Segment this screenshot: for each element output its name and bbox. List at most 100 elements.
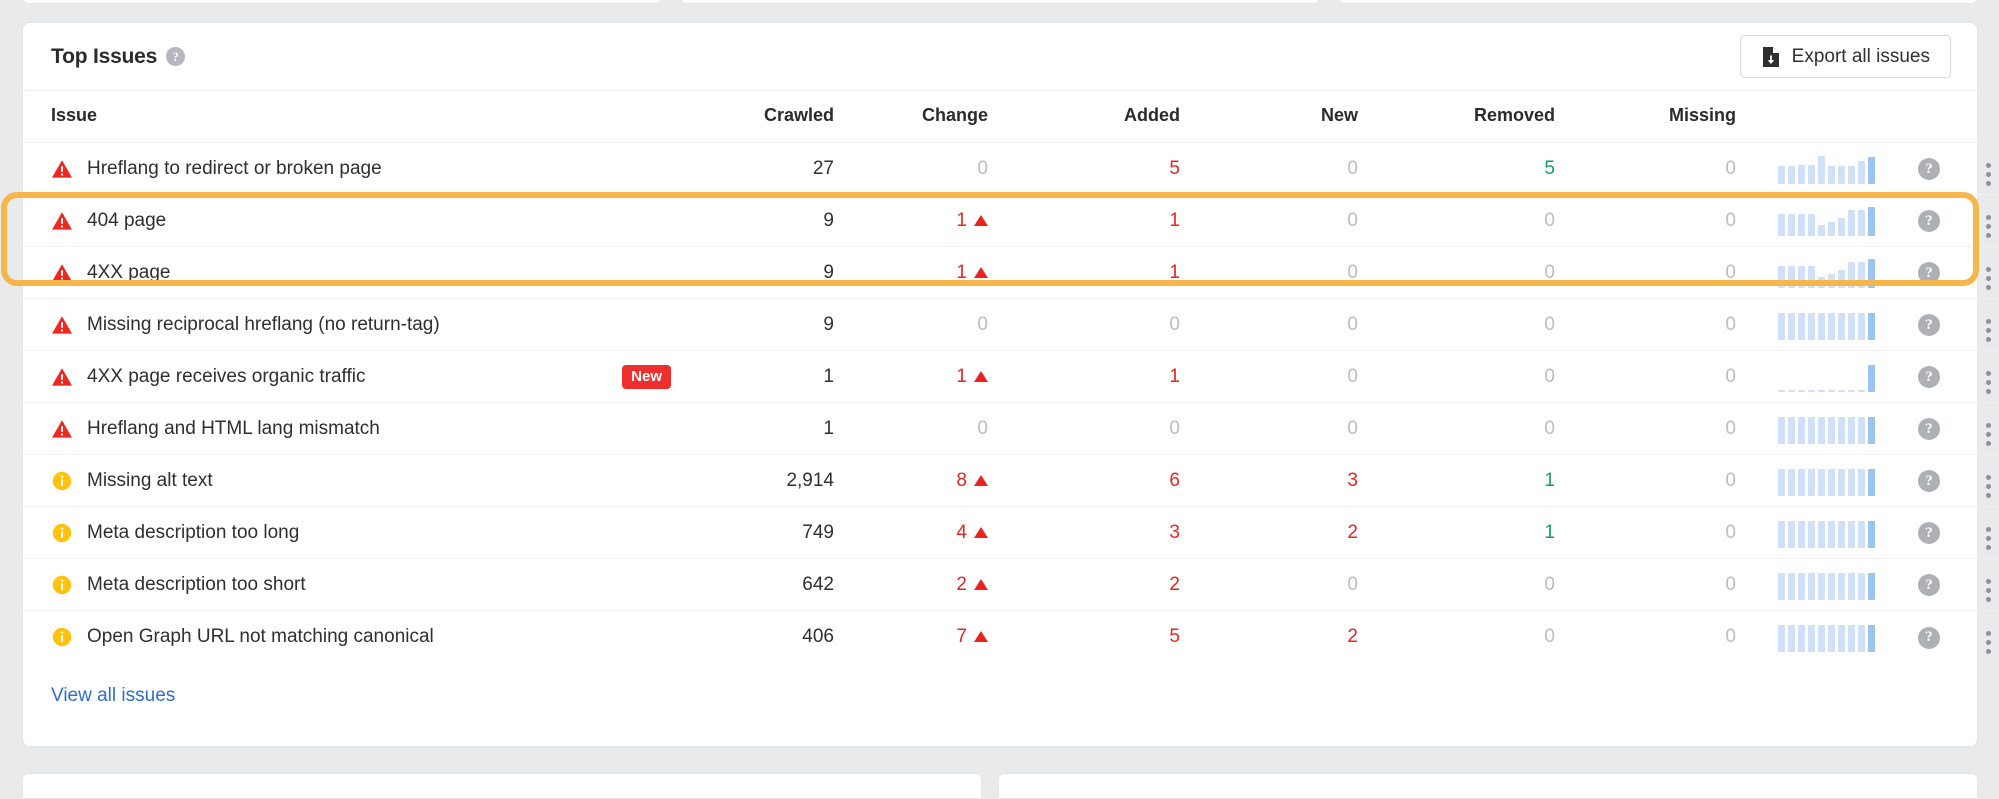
table-row[interactable]: Meta description too short 642 2 2 0 0 0?: [23, 558, 1999, 611]
cell-crawled: 1: [683, 350, 868, 403]
cell-crawled: 642: [683, 558, 868, 611]
help-circle-icon[interactable]: ?: [1918, 158, 1940, 181]
kebab-menu-icon[interactable]: [1985, 526, 1991, 550]
issue-cell: Missing reciprocal hreflang (no return-t…: [23, 298, 683, 351]
issue-label[interactable]: 404 page: [87, 210, 166, 232]
help-circle-icon[interactable]: ?: [1918, 366, 1940, 389]
cell-missing: 0: [1593, 558, 1778, 611]
kebab-menu-icon[interactable]: [1985, 370, 1991, 394]
issue-label[interactable]: Hreflang and HTML lang mismatch: [87, 418, 380, 440]
help-circle-icon[interactable]: ?: [1918, 418, 1940, 441]
error-triangle-icon: [52, 159, 72, 178]
sparkline-chart: [1778, 622, 1878, 652]
cell-menu: [1960, 350, 1999, 403]
kebab-menu-icon[interactable]: [1985, 630, 1991, 654]
cell-change: 1: [868, 350, 1048, 403]
column-header-sparkline: [1778, 91, 1898, 143]
cell-change: 0: [868, 298, 1048, 351]
sparkline-chart: [1778, 362, 1878, 392]
help-circle-icon[interactable]: ?: [1918, 522, 1940, 545]
view-all-issues-link[interactable]: View all issues: [51, 685, 175, 706]
kebab-menu-icon[interactable]: [1985, 318, 1991, 342]
column-header-missing[interactable]: Missing: [1593, 91, 1778, 143]
cell-menu: [1960, 298, 1999, 351]
cell-new: 0: [1228, 298, 1408, 351]
status-badge: New: [622, 364, 671, 389]
issue-cell: Open Graph URL not matching canonical: [23, 610, 683, 663]
help-circle-icon[interactable]: ?: [166, 47, 186, 66]
help-circle-icon[interactable]: ?: [1918, 262, 1940, 285]
issue-cell: Missing alt text: [23, 454, 683, 507]
table-row[interactable]: 4XX page receives organic traffic New 1 1 1 0…: [23, 350, 1999, 403]
cell-added: 1: [1048, 246, 1228, 299]
cell-crawled: 9: [683, 298, 868, 351]
help-circle-icon[interactable]: ?: [1918, 574, 1940, 597]
table-row[interactable]: 404 page 9 1 1 0 0 0?: [23, 194, 1999, 247]
cell-crawled: 9: [683, 194, 868, 247]
cell-change: 0: [868, 402, 1048, 455]
table-row[interactable]: Open Graph URL not matching canonical 406…: [23, 610, 1999, 663]
issue-label[interactable]: Hreflang to redirect or broken page: [87, 158, 382, 180]
column-header-change[interactable]: Change: [868, 91, 1048, 143]
cell-sparkline: [1778, 298, 1898, 351]
cell-sparkline: [1778, 454, 1898, 507]
help-circle-icon[interactable]: ?: [1918, 210, 1940, 233]
kebab-menu-icon[interactable]: [1985, 578, 1991, 602]
table-row[interactable]: Hreflang to redirect or broken page 27 0 5 0…: [23, 143, 1999, 195]
column-header-added[interactable]: Added: [1048, 91, 1228, 143]
help-circle-icon[interactable]: ?: [1918, 470, 1940, 493]
cell-change: 7: [868, 610, 1048, 663]
help-circle-icon[interactable]: ?: [1918, 626, 1940, 649]
sparkline-chart: [1778, 518, 1878, 548]
issue-label[interactable]: Meta description too short: [87, 574, 306, 596]
issue-label[interactable]: Missing alt text: [87, 470, 213, 492]
error-triangle-icon: [52, 367, 72, 386]
issue-cell: Hreflang to redirect or broken page: [23, 143, 683, 195]
cell-sparkline: [1778, 246, 1898, 299]
table-head: Issue Crawled Change Added New Removed M…: [23, 91, 1999, 143]
table-row[interactable]: 4XX page 9 1 1 0 0 0?: [23, 246, 1999, 299]
kebab-menu-icon[interactable]: [1985, 422, 1991, 446]
issue-cell: Meta description too long: [23, 506, 683, 559]
sparkline-chart: [1778, 414, 1878, 444]
table-row[interactable]: Meta description too long 749 4 3 2 1 0?: [23, 506, 1999, 559]
column-header-removed[interactable]: Removed: [1408, 91, 1593, 143]
issue-label[interactable]: 4XX page receives organic traffic: [87, 366, 365, 388]
kebab-menu-icon[interactable]: [1985, 266, 1991, 290]
table-row[interactable]: Hreflang and HTML lang mismatch 1 0 0 0 0 0?: [23, 402, 1999, 455]
cell-missing: 0: [1593, 610, 1778, 663]
cell-change: 4: [868, 506, 1048, 559]
cell-help: ?: [1898, 194, 1960, 247]
cell-new: 0: [1228, 246, 1408, 299]
warning-info-icon: [52, 471, 72, 490]
kebab-menu-icon[interactable]: [1985, 162, 1991, 186]
cell-removed: 0: [1408, 246, 1593, 299]
table-row[interactable]: Missing alt text 2,914 8 6 3 1 0?: [23, 454, 1999, 507]
column-header-crawled[interactable]: Crawled: [683, 91, 868, 143]
column-header-issue[interactable]: Issue: [23, 91, 683, 143]
bottom-partial-card-1: [22, 773, 982, 799]
kebab-menu-icon[interactable]: [1985, 214, 1991, 238]
cell-help: ?: [1898, 402, 1960, 455]
sparkline-chart: [1778, 258, 1878, 288]
error-triangle-icon: [52, 419, 72, 438]
top-partial-cards: [0, 0, 1999, 22]
issue-label[interactable]: Open Graph URL not matching canonical: [87, 626, 434, 648]
cell-help: ?: [1898, 298, 1960, 351]
partial-card-1: [22, 0, 662, 4]
export-all-issues-button[interactable]: Export all issues: [1739, 35, 1951, 78]
top-issues-table: Issue Crawled Change Added New Removed M…: [23, 91, 1999, 663]
issue-label[interactable]: 4XX page: [87, 262, 170, 284]
kebab-menu-icon[interactable]: [1985, 474, 1991, 498]
error-triangle-icon: [52, 315, 72, 334]
cell-change: 2: [868, 558, 1048, 611]
cell-removed: 1: [1408, 454, 1593, 507]
issue-label[interactable]: Meta description too long: [87, 522, 299, 544]
issue-label[interactable]: Missing reciprocal hreflang (no return-t…: [87, 314, 440, 336]
cell-menu: [1960, 194, 1999, 247]
table-row[interactable]: Missing reciprocal hreflang (no return-t…: [23, 298, 1999, 351]
cell-sparkline: [1778, 143, 1898, 195]
help-circle-icon[interactable]: ?: [1918, 314, 1940, 337]
cell-missing: 0: [1593, 350, 1778, 403]
column-header-new[interactable]: New: [1228, 91, 1408, 143]
